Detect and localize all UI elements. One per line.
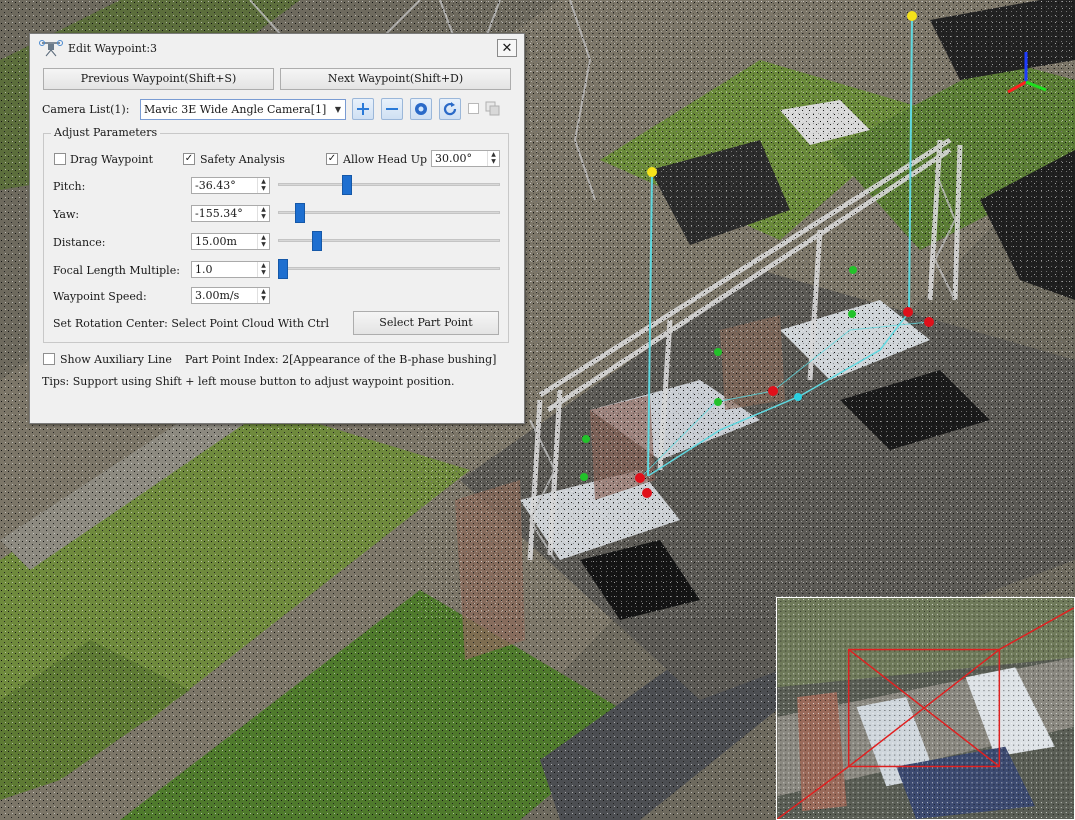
waypoint-speed-label: Waypoint Speed: [53, 290, 147, 303]
allow-head-up-label: Allow Head Up [343, 153, 428, 166]
head-up-angle-value: 30.00° [435, 152, 472, 165]
show-auxiliary-line-checkbox[interactable] [43, 353, 55, 365]
yaw-slider[interactable] [278, 211, 500, 214]
drag-waypoint-checkbox[interactable] [54, 153, 66, 165]
close-button[interactable]: ✕ [497, 39, 517, 57]
part-point-index-text: Part Point Index: 2[Appearance of the B-… [185, 353, 497, 366]
chevron-down-icon: ▼ [334, 105, 341, 114]
remove-camera-button[interactable] [381, 98, 403, 120]
distance-slider-thumb[interactable] [311, 231, 322, 251]
camera-lens-button[interactable] [410, 98, 432, 120]
safety-analysis-label: Safety Analysis [200, 153, 285, 166]
yaw-label: Yaw: [53, 208, 80, 221]
head-up-angle-spinbox[interactable]: 30.00° ▲ ▼ [431, 150, 500, 167]
spin-arrows-icon[interactable]: ▲ ▼ [257, 262, 269, 277]
pitch-slider-thumb[interactable] [341, 175, 352, 195]
aux-point-marker[interactable] [580, 473, 588, 481]
distance-spinbox[interactable]: 15.00m ▲ ▼ [191, 233, 270, 250]
distance-label: Distance: [53, 236, 106, 249]
yaw-value: -155.34° [195, 207, 243, 220]
waypoint-speed-value: 3.00m/s [195, 289, 240, 302]
waypoint-speed-spinbox[interactable]: 3.00m/s ▲ ▼ [191, 287, 270, 304]
refresh-camera-button[interactable] [439, 98, 461, 120]
camera-select[interactable]: Mavic 3E Wide Angle Camera[1] ▼ [140, 99, 346, 120]
aux-point-marker[interactable] [714, 398, 722, 406]
adjust-parameters-title: Adjust Parameters [51, 126, 161, 139]
next-waypoint-button[interactable]: Next Waypoint(Shift+D) [280, 68, 511, 90]
focal-length-slider[interactable] [278, 267, 500, 270]
copy-icon[interactable] [485, 101, 500, 116]
refresh-icon [443, 102, 457, 116]
aux-point-marker[interactable] [849, 266, 857, 274]
pitch-spinbox[interactable]: -36.43° ▲ ▼ [191, 177, 270, 194]
camera-preview-minimap [776, 597, 1075, 820]
lens-icon [415, 103, 427, 115]
aux-point-marker[interactable] [714, 348, 722, 356]
waypoint-marker[interactable] [647, 167, 657, 177]
select-part-point-button[interactable]: Select Part Point [353, 311, 499, 335]
safety-analysis-checkbox[interactable]: ✓ [183, 153, 195, 165]
previous-waypoint-button[interactable]: Previous Waypoint(Shift+S) [43, 68, 274, 90]
pitch-label: Pitch: [53, 180, 86, 193]
edit-waypoint-dialog: Edit Waypoint:3 ✕ Previous Waypoint(Shif… [29, 33, 525, 424]
part-point-marker[interactable] [924, 317, 934, 327]
aux-point-marker[interactable] [848, 310, 856, 318]
add-camera-button[interactable] [352, 98, 374, 120]
yaw-spinbox[interactable]: -155.34° ▲ ▼ [191, 205, 270, 222]
allow-head-up-checkbox[interactable]: ✓ [326, 153, 338, 165]
yaw-slider-thumb[interactable] [294, 203, 305, 223]
focal-length-slider-thumb[interactable] [278, 259, 288, 279]
camera-select-value: Mavic 3E Wide Angle Camera[1] [144, 103, 327, 116]
part-point-marker[interactable] [635, 473, 645, 483]
focal-length-label: Focal Length Multiple: [53, 264, 180, 277]
spin-arrows-icon[interactable]: ▲ ▼ [257, 288, 269, 303]
part-point-marker[interactable] [903, 307, 913, 317]
camera-list-label: Camera List(1): [42, 103, 130, 116]
part-point-marker[interactable] [768, 386, 778, 396]
show-auxiliary-line-label: Show Auxiliary Line [60, 353, 172, 366]
part-point-marker[interactable] [642, 488, 652, 498]
tips-text: Tips: Support using Shift + left mouse b… [42, 375, 455, 388]
pitch-slider[interactable] [278, 183, 500, 186]
spin-arrows-icon[interactable]: ▲ ▼ [257, 206, 269, 221]
spin-arrows-icon[interactable]: ▲ ▼ [487, 151, 499, 166]
pitch-value: -36.43° [195, 179, 236, 192]
drag-waypoint-label: Drag Waypoint [70, 153, 153, 166]
distance-value: 15.00m [195, 235, 237, 248]
focal-length-spinbox[interactable]: 1.0 ▲ ▼ [191, 261, 270, 278]
aux-point-marker[interactable] [582, 435, 590, 443]
plus-icon [357, 103, 369, 115]
dialog-titlebar[interactable]: Edit Waypoint:3 ✕ [30, 34, 524, 62]
drone-app-icon [39, 40, 63, 57]
focal-length-value: 1.0 [195, 263, 213, 276]
waypoint-marker[interactable] [907, 11, 917, 21]
spin-arrows-icon[interactable]: ▲ ▼ [257, 178, 269, 193]
spin-arrows-icon[interactable]: ▲ ▼ [257, 234, 269, 249]
dialog-title: Edit Waypoint:3 [68, 42, 158, 55]
minus-icon [386, 108, 398, 110]
rotation-center-text: Set Rotation Center: Select Point Cloud … [53, 317, 330, 330]
camera-option-checkbox[interactable] [468, 103, 479, 114]
route-point-marker[interactable] [794, 393, 802, 401]
